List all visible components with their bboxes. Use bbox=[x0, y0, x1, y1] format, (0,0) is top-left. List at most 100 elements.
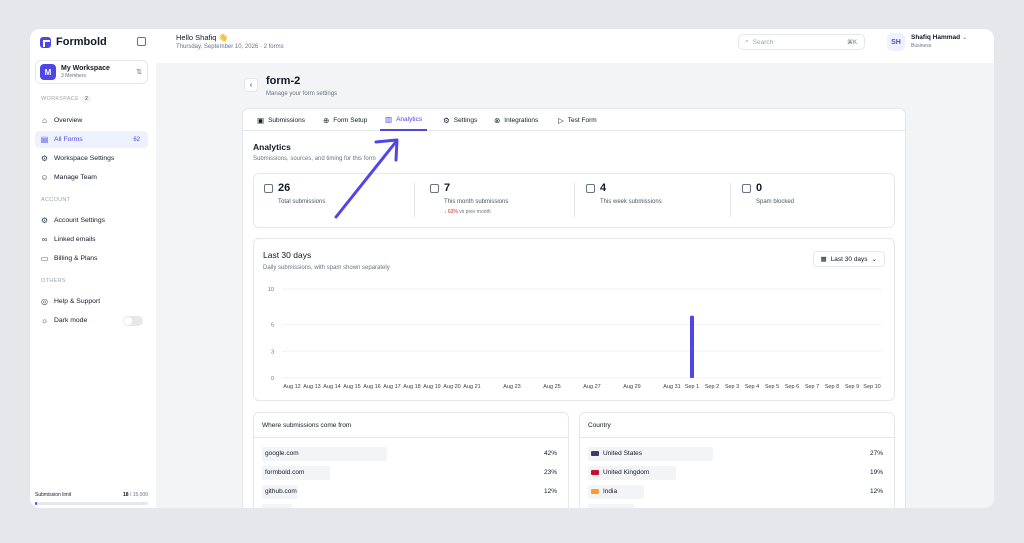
tab-test-form[interactable]: ▷ Test Form bbox=[558, 109, 597, 131]
flag-icon bbox=[591, 488, 599, 494]
row-percent: 23% bbox=[543, 469, 557, 476]
card-icon: ▭ bbox=[40, 254, 49, 263]
brand-name: Formbold bbox=[56, 36, 107, 48]
sidebar: Formbold M My Workspace 3 Members ⇅ WORK… bbox=[30, 29, 156, 508]
form-tabs: ▣ Submissions ⊕ Form Setup ▥ Analytics ⚙… bbox=[243, 109, 905, 131]
list-item bbox=[262, 504, 560, 508]
brand[interactable]: Formbold bbox=[40, 36, 107, 48]
row-label: google.com bbox=[265, 450, 299, 457]
divider bbox=[254, 437, 568, 438]
tab-label: Settings bbox=[453, 116, 478, 124]
tab-label: Form Setup bbox=[333, 116, 368, 124]
x-tick-label: Aug 18 bbox=[403, 384, 420, 390]
flag-icon bbox=[591, 469, 599, 475]
main-content: ‹ form-2 Manage your form settings ▣ Sub… bbox=[156, 63, 994, 508]
calendar-icon bbox=[430, 184, 439, 193]
x-tick-label: Aug 31 bbox=[663, 384, 680, 390]
sidebar-item-overview[interactable]: ⌂ Overview bbox=[35, 112, 148, 129]
tab-settings[interactable]: ⚙ Settings bbox=[443, 109, 477, 131]
home-icon: ⌂ bbox=[42, 116, 47, 125]
stats-row: 26 Total submissions 7 This month submis… bbox=[253, 173, 895, 228]
limit-used: 18 bbox=[122, 492, 129, 498]
workspace-switcher[interactable]: M My Workspace 3 Members ⇅ bbox=[35, 60, 148, 84]
workspace-avatar: M bbox=[40, 64, 56, 80]
topbar: Hello Shafiq 👋 Thursday, September 10, 2… bbox=[156, 29, 994, 63]
limit-value: 18 / 15,000 bbox=[123, 492, 148, 498]
sidebar-item-label: Workspace Settings bbox=[54, 155, 115, 162]
divider bbox=[730, 183, 731, 217]
row-percent: 12% bbox=[869, 488, 883, 495]
sidebar-item-linked-emails[interactable]: ∞ Linked emails bbox=[35, 231, 148, 248]
range-dropdown[interactable]: ▦ Last 30 days ⌄ bbox=[812, 251, 885, 267]
sidebar-item-all-forms[interactable]: ▤ All Forms 62 bbox=[35, 131, 148, 148]
sun-icon: ☼ bbox=[40, 316, 49, 325]
gear-icon: ⚙ bbox=[443, 115, 450, 125]
x-tick-label: Aug 12 bbox=[283, 384, 300, 390]
x-tick-label: Sep 2 bbox=[705, 384, 719, 390]
x-tick-label: Aug 13 bbox=[303, 384, 320, 390]
workspace-section-label: WORKSPACE 2 bbox=[41, 96, 92, 102]
x-tick-label: Sep 4 bbox=[745, 384, 759, 390]
tab-submissions[interactable]: ▣ Submissions bbox=[257, 109, 305, 131]
y-tick-label: 3 bbox=[271, 349, 274, 355]
x-tick-label: Aug 17 bbox=[383, 384, 400, 390]
x-tick-label: Sep 1 bbox=[685, 384, 699, 390]
stat-value: 4 bbox=[600, 182, 607, 194]
page-title: form-2 bbox=[266, 75, 301, 87]
sidebar-item-billing[interactable]: ▭ Billing & Plans bbox=[35, 250, 148, 267]
doc-icon bbox=[586, 184, 595, 193]
x-tick-label: Aug 19 bbox=[423, 384, 440, 390]
user-menu[interactable]: SH Shafiq Hammad ⌄ Business bbox=[887, 33, 967, 51]
tab-label: Analytics bbox=[396, 115, 423, 123]
sidebar-item-account-settings[interactable]: ⚙ Account Settings bbox=[35, 212, 148, 229]
sidebar-item-manage-team[interactable]: ☺ Manage Team bbox=[35, 169, 148, 186]
sidebar-item-workspace-settings[interactable]: ⚙ Workspace Settings bbox=[35, 150, 148, 167]
stat-value: 26 bbox=[278, 182, 291, 194]
play-icon: ▷ bbox=[558, 115, 564, 125]
search-icon: ⌕ bbox=[745, 38, 749, 45]
page-subtitle: Manage your form settings bbox=[266, 91, 338, 97]
back-button[interactable]: ‹ bbox=[244, 78, 258, 92]
x-tick-label: Sep 7 bbox=[805, 384, 819, 390]
row-percent: 19% bbox=[869, 469, 883, 476]
sidebar-item-label: Dark mode bbox=[54, 317, 88, 324]
workspace-count-badge: 2 bbox=[82, 96, 92, 102]
stat-label: Spam blocked bbox=[756, 199, 795, 205]
divider bbox=[580, 437, 894, 438]
search-placeholder: Search bbox=[752, 38, 774, 46]
shield-icon bbox=[742, 184, 751, 193]
dark-mode-toggle[interactable] bbox=[123, 315, 143, 326]
tab-label: Integrations bbox=[504, 116, 539, 124]
row-label: United States bbox=[591, 450, 642, 457]
limit-label: Submission limit bbox=[35, 492, 72, 498]
x-tick-label: Sep 9 bbox=[845, 384, 859, 390]
x-tick-label: Aug 21 bbox=[463, 384, 480, 390]
greeting-subline: Thursday, September 10, 2026 · 2 forms bbox=[176, 44, 284, 50]
chevron-up-down-icon: ⇅ bbox=[136, 69, 142, 76]
list-item: United States 27% bbox=[588, 447, 886, 461]
workspace-name-block: My Workspace 3 Members bbox=[61, 64, 110, 80]
analytics-title: Analytics bbox=[253, 142, 291, 152]
tab-integrations[interactable]: ⊗ Integrations bbox=[494, 109, 538, 131]
user-role: Business bbox=[911, 43, 932, 49]
user-info: Shafiq Hammad ⌄ Business bbox=[911, 34, 967, 50]
x-tick-label: Aug 23 bbox=[503, 384, 520, 390]
gear-icon: ⚙ bbox=[40, 216, 49, 225]
sources-card: Where submissions come from google.com 42… bbox=[253, 412, 569, 508]
x-tick-label: Aug 25 bbox=[543, 384, 560, 390]
sidebar-item-help[interactable]: ◎ Help & Support bbox=[35, 293, 148, 310]
chart-card: Last 30 days Daily submissions, with spa… bbox=[253, 238, 895, 401]
sidebar-item-label: Manage Team bbox=[54, 174, 97, 181]
list-item: github.com 12% bbox=[262, 485, 560, 499]
sidebar-item-label: Account Settings bbox=[54, 217, 106, 224]
sidebar-toggle-icon[interactable] bbox=[137, 37, 146, 46]
tab-form-setup[interactable]: ⊕ Form Setup bbox=[323, 109, 367, 131]
x-tick-label: Aug 14 bbox=[323, 384, 340, 390]
search-input[interactable]: ⌕ Search ⌘K bbox=[738, 34, 865, 50]
link-icon: ∞ bbox=[41, 235, 48, 244]
divider bbox=[414, 183, 415, 217]
chevron-left-icon: ‹ bbox=[249, 81, 253, 89]
chart-bar[interactable] bbox=[690, 315, 694, 378]
tab-analytics[interactable]: ▥ Analytics bbox=[380, 109, 428, 131]
x-tick-label: Sep 6 bbox=[785, 384, 799, 390]
